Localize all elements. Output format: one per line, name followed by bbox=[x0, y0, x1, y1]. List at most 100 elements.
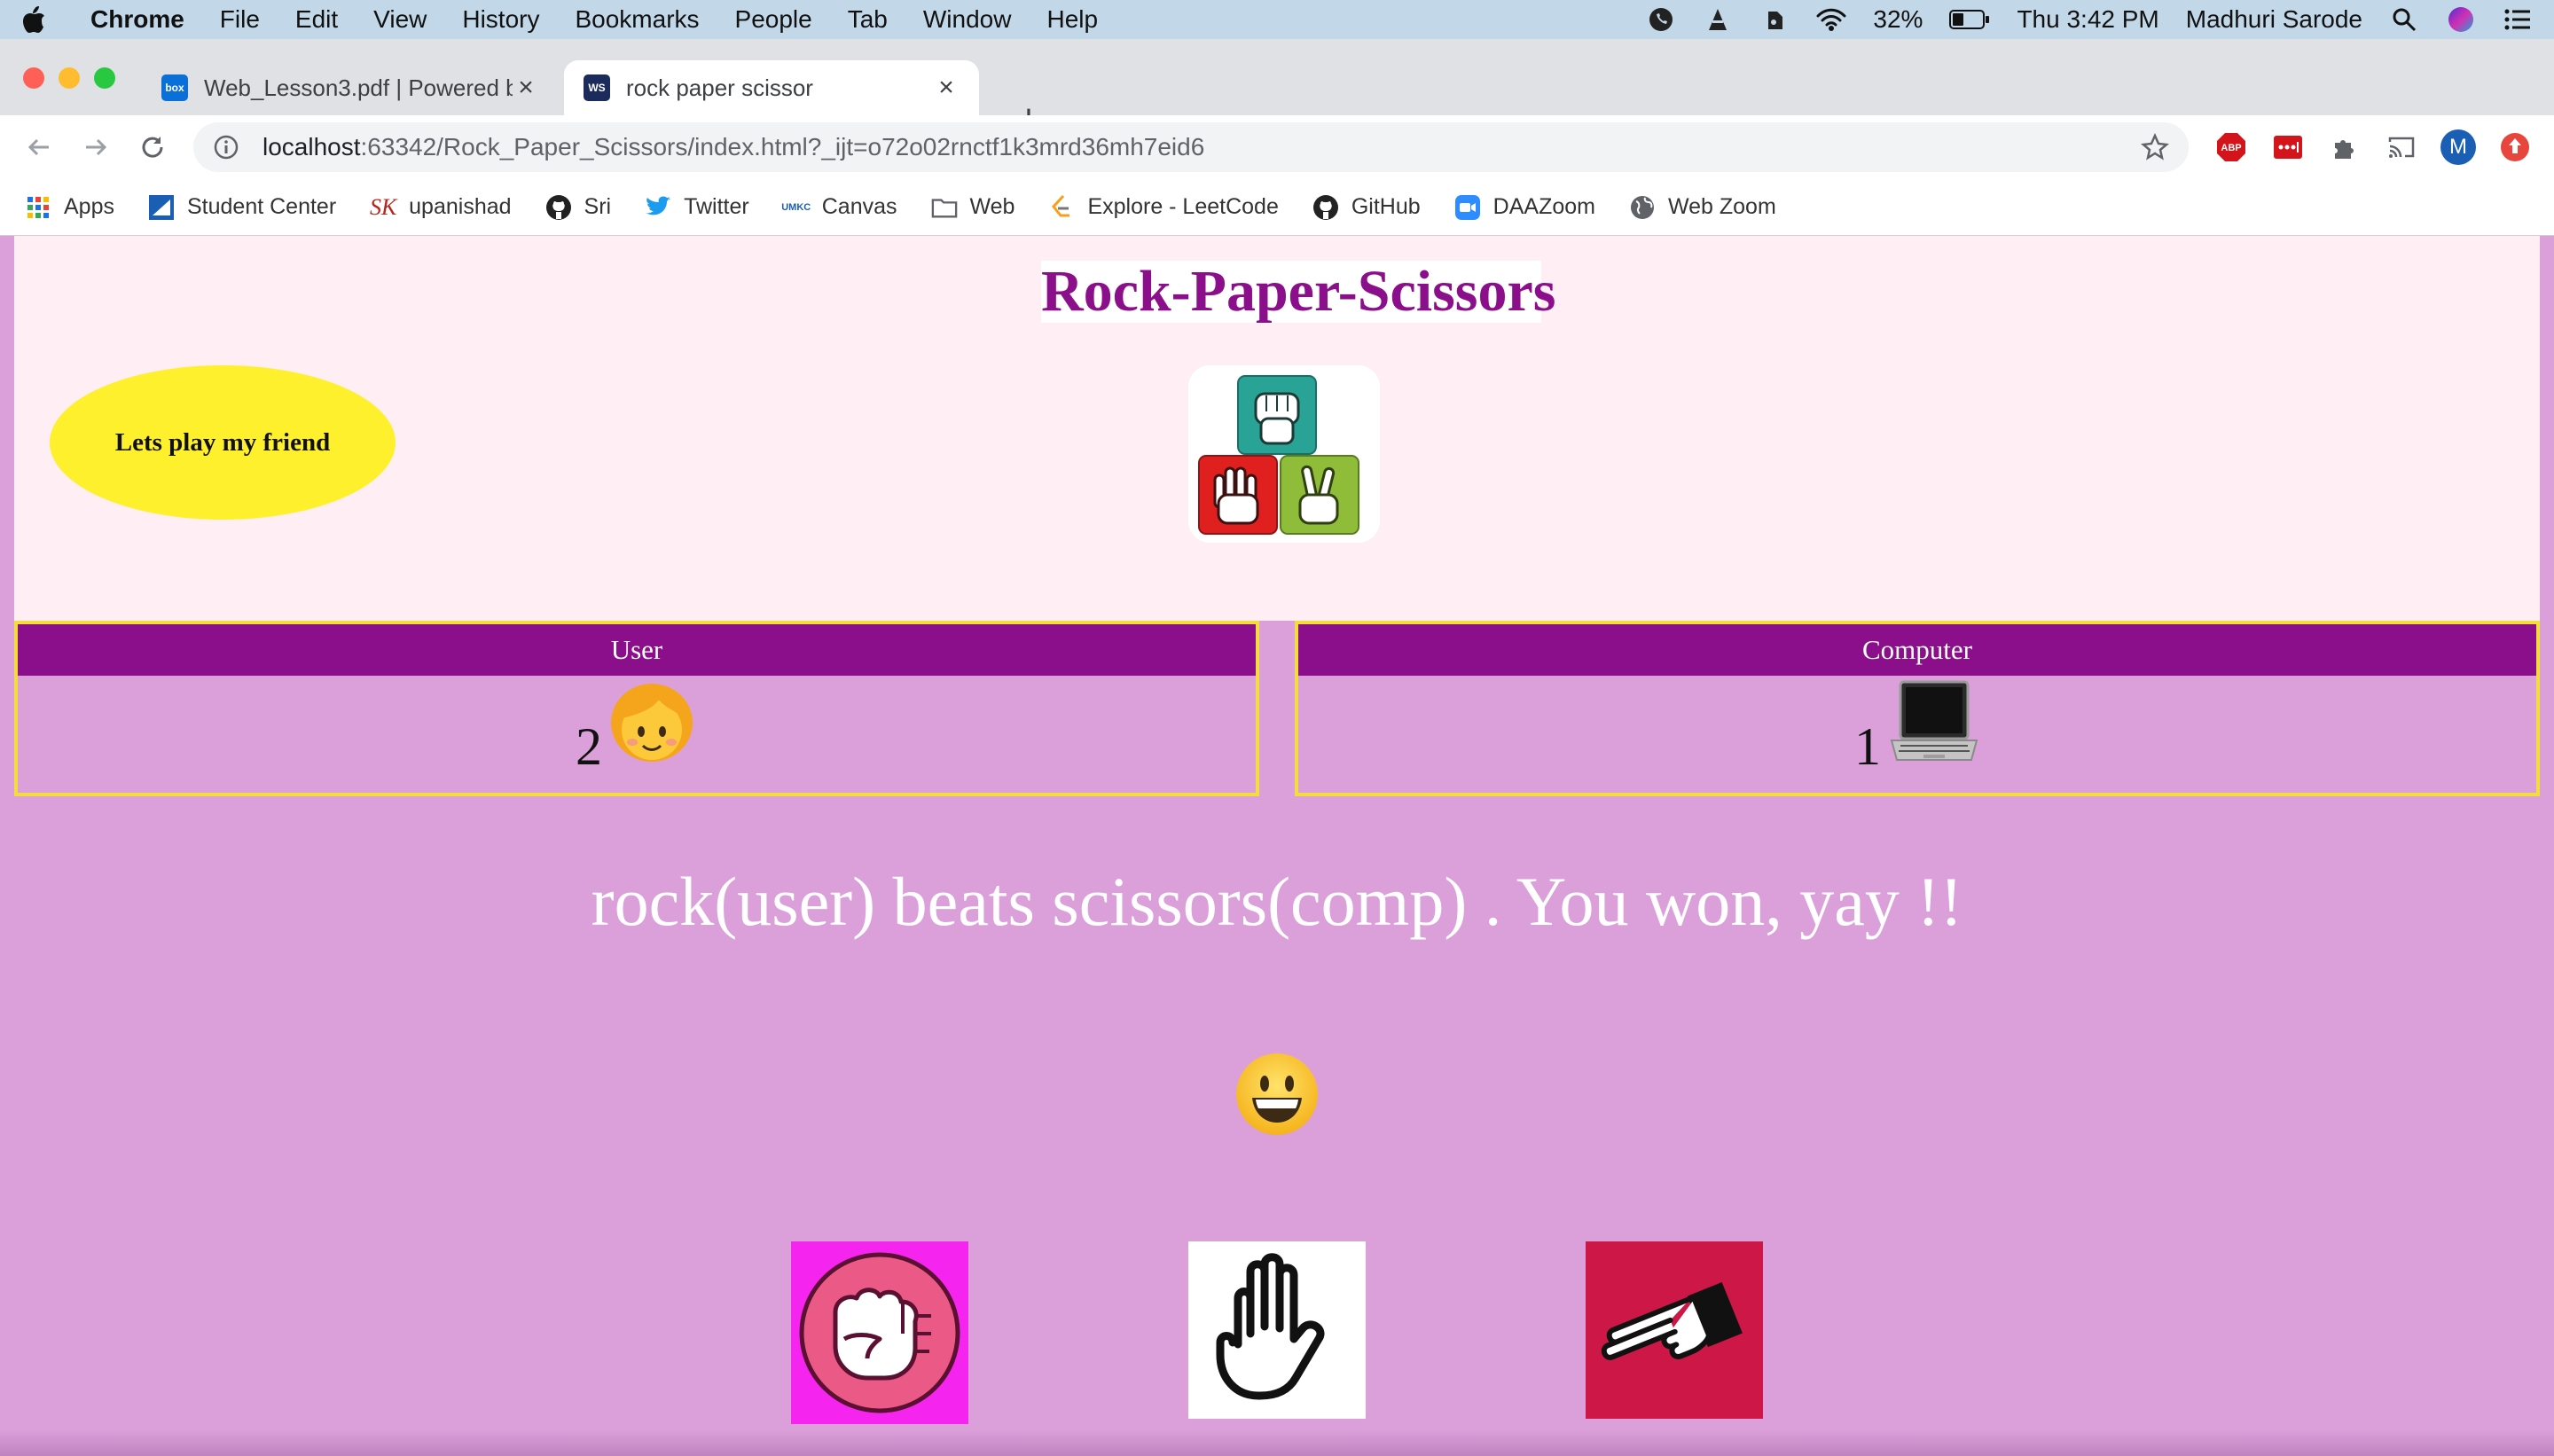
bookmark-label: Twitter bbox=[684, 194, 749, 219]
menu-file[interactable]: File bbox=[220, 5, 260, 34]
bookmark-label: Sri bbox=[584, 194, 612, 219]
bookmark-folder-web[interactable]: Web bbox=[931, 194, 1015, 221]
bookmark-upanishad[interactable]: SK upanishad bbox=[370, 194, 512, 221]
github-icon bbox=[545, 194, 572, 221]
user-score-panel: User 2 bbox=[14, 621, 1259, 796]
menu-bookmarks[interactable]: Bookmarks bbox=[575, 5, 699, 34]
abp-label: ABP bbox=[2221, 143, 2241, 153]
close-window-button[interactable] bbox=[23, 67, 44, 89]
wifi-icon[interactable] bbox=[1816, 4, 1846, 35]
scissors-choice-button[interactable] bbox=[1586, 1241, 1763, 1424]
menu-window[interactable]: Window bbox=[923, 5, 1012, 34]
bookmarks-bar: Apps Student Center SK upanishad Sri Twi… bbox=[0, 179, 2554, 236]
smiley-face-icon bbox=[1234, 1052, 1320, 1137]
webstorm-favicon-icon: WS bbox=[584, 74, 610, 101]
bookmark-sri[interactable]: Sri bbox=[545, 194, 612, 221]
bookmark-label: Web bbox=[969, 194, 1015, 219]
url-host: localhost bbox=[262, 133, 361, 160]
hero-section: Rock-Paper-Scissors Lets play my friend bbox=[14, 236, 2540, 621]
viber-icon[interactable] bbox=[1646, 4, 1676, 35]
bookmark-label: Apps bbox=[64, 194, 114, 219]
profile-avatar[interactable]: M bbox=[2440, 129, 2476, 165]
close-tab-icon[interactable]: × bbox=[513, 73, 539, 102]
spotlight-search-icon[interactable] bbox=[2389, 4, 2419, 35]
bookmark-apps[interactable]: Apps bbox=[25, 194, 114, 221]
umkc-icon: UMKC bbox=[781, 201, 811, 213]
bookmark-github[interactable]: GitHub bbox=[1312, 194, 1421, 221]
clock[interactable]: Thu 3:42 PM bbox=[2017, 5, 2158, 34]
bookmark-leetcode[interactable]: Explore - LeetCode bbox=[1048, 194, 1279, 221]
apple-icon[interactable] bbox=[21, 4, 48, 35]
tab-web-lesson3[interactable]: box Web_Lesson3.pdf | Powered by × bbox=[142, 60, 559, 115]
bookmark-star-icon[interactable] bbox=[2141, 132, 2169, 161]
user-label: User bbox=[18, 624, 1256, 676]
tab-title: rock paper scissor bbox=[626, 74, 813, 101]
twitter-icon bbox=[645, 194, 671, 221]
menu-history[interactable]: History bbox=[462, 5, 539, 34]
bookmark-web-zoom[interactable]: Web Zoom bbox=[1629, 194, 1776, 221]
evernote-icon[interactable] bbox=[1759, 4, 1790, 35]
folder-icon bbox=[931, 194, 958, 221]
lastpass-icon[interactable] bbox=[2272, 131, 2304, 163]
info-icon[interactable] bbox=[213, 134, 239, 160]
bookmark-twitter[interactable]: Twitter bbox=[645, 194, 749, 221]
bookmark-label: GitHub bbox=[1351, 194, 1421, 219]
battery-icon[interactable] bbox=[1949, 4, 1990, 35]
zoom-window-button[interactable] bbox=[94, 67, 115, 89]
user-score: 2 bbox=[576, 717, 602, 776]
intro-text: Lets play my friend bbox=[114, 427, 331, 457]
globe-icon bbox=[1629, 194, 1656, 221]
menu-tab[interactable]: Tab bbox=[848, 5, 888, 34]
menu-edit[interactable]: Edit bbox=[295, 5, 338, 34]
bookmark-label: Student Center bbox=[186, 194, 337, 219]
status-area: 32% Thu 3:42 PM Madhuri Sarode bbox=[1646, 4, 2533, 35]
reload-button[interactable] bbox=[137, 131, 168, 163]
user-score-body: 2 bbox=[18, 676, 1256, 793]
tab-strip: box Web_Lesson3.pdf | Powered by × WS ro… bbox=[0, 39, 2554, 140]
bookmark-label: upanishad bbox=[409, 194, 512, 219]
minimize-window-button[interactable] bbox=[59, 67, 80, 89]
bookmark-student-center[interactable]: Student Center bbox=[148, 194, 336, 221]
close-tab-icon[interactable]: × bbox=[933, 73, 960, 102]
menu-help[interactable]: Help bbox=[1046, 5, 1098, 34]
bookmark-label: Canvas bbox=[821, 194, 897, 219]
rock-choice-button[interactable] bbox=[791, 1241, 968, 1424]
box-favicon-icon: box bbox=[161, 74, 188, 101]
intro-badge: Lets play my friend bbox=[50, 365, 396, 520]
computer-score-body: 1 bbox=[1298, 676, 2536, 793]
user-name[interactable]: Madhuri Sarode bbox=[2186, 5, 2362, 34]
cast-icon[interactable] bbox=[2386, 131, 2417, 163]
bookmark-daazoom[interactable]: DAAZoom bbox=[1454, 194, 1595, 221]
apps-grid-icon bbox=[25, 194, 51, 221]
extensions-puzzle-icon[interactable] bbox=[2329, 131, 2361, 163]
menu-view[interactable]: View bbox=[373, 5, 427, 34]
bottom-shade bbox=[0, 1429, 2554, 1456]
battery-percent: 32% bbox=[1873, 5, 1923, 33]
result-message: rock(user) beats scissors(comp) . You wo… bbox=[591, 863, 1963, 940]
menu-chrome[interactable]: Chrome bbox=[90, 5, 184, 34]
bookmark-canvas[interactable]: UMKC Canvas bbox=[781, 194, 897, 221]
update-icon[interactable] bbox=[2499, 131, 2531, 163]
computer-score: 1 bbox=[1854, 717, 1881, 776]
macos-menu-bar: Chrome File Edit View History Bookmarks … bbox=[0, 0, 2554, 39]
siri-icon[interactable] bbox=[2446, 4, 2476, 35]
notification-center-icon[interactable] bbox=[2503, 4, 2533, 35]
zoom-icon bbox=[1454, 194, 1481, 221]
menu-people[interactable]: People bbox=[735, 5, 812, 34]
adblock-plus-icon[interactable]: ABP bbox=[2215, 131, 2247, 163]
tab-title: Web_Lesson3.pdf | Powered by bbox=[204, 74, 513, 101]
tab-rock-paper-scissor[interactable]: WS rock paper scissor × bbox=[564, 60, 979, 115]
student-center-icon bbox=[148, 194, 175, 221]
bookmark-label: Web Zoom bbox=[1667, 194, 1776, 219]
vlc-icon[interactable] bbox=[1703, 4, 1733, 35]
bookmark-label: DAAZoom bbox=[1492, 194, 1595, 219]
computer-label: Computer bbox=[1298, 624, 2536, 676]
address-bar[interactable]: localhost:63342/Rock_Paper_Scissors/inde… bbox=[193, 122, 2189, 172]
game-page: Rock-Paper-Scissors Lets play my friend bbox=[0, 236, 2554, 1456]
back-button[interactable] bbox=[23, 131, 55, 163]
bookmark-label: Explore - LeetCode bbox=[1087, 194, 1279, 219]
forward-button[interactable] bbox=[80, 131, 112, 163]
page-title: Rock-Paper-Scissors bbox=[1041, 259, 1556, 324]
github-icon bbox=[1312, 194, 1339, 221]
paper-choice-button[interactable] bbox=[1188, 1241, 1366, 1424]
